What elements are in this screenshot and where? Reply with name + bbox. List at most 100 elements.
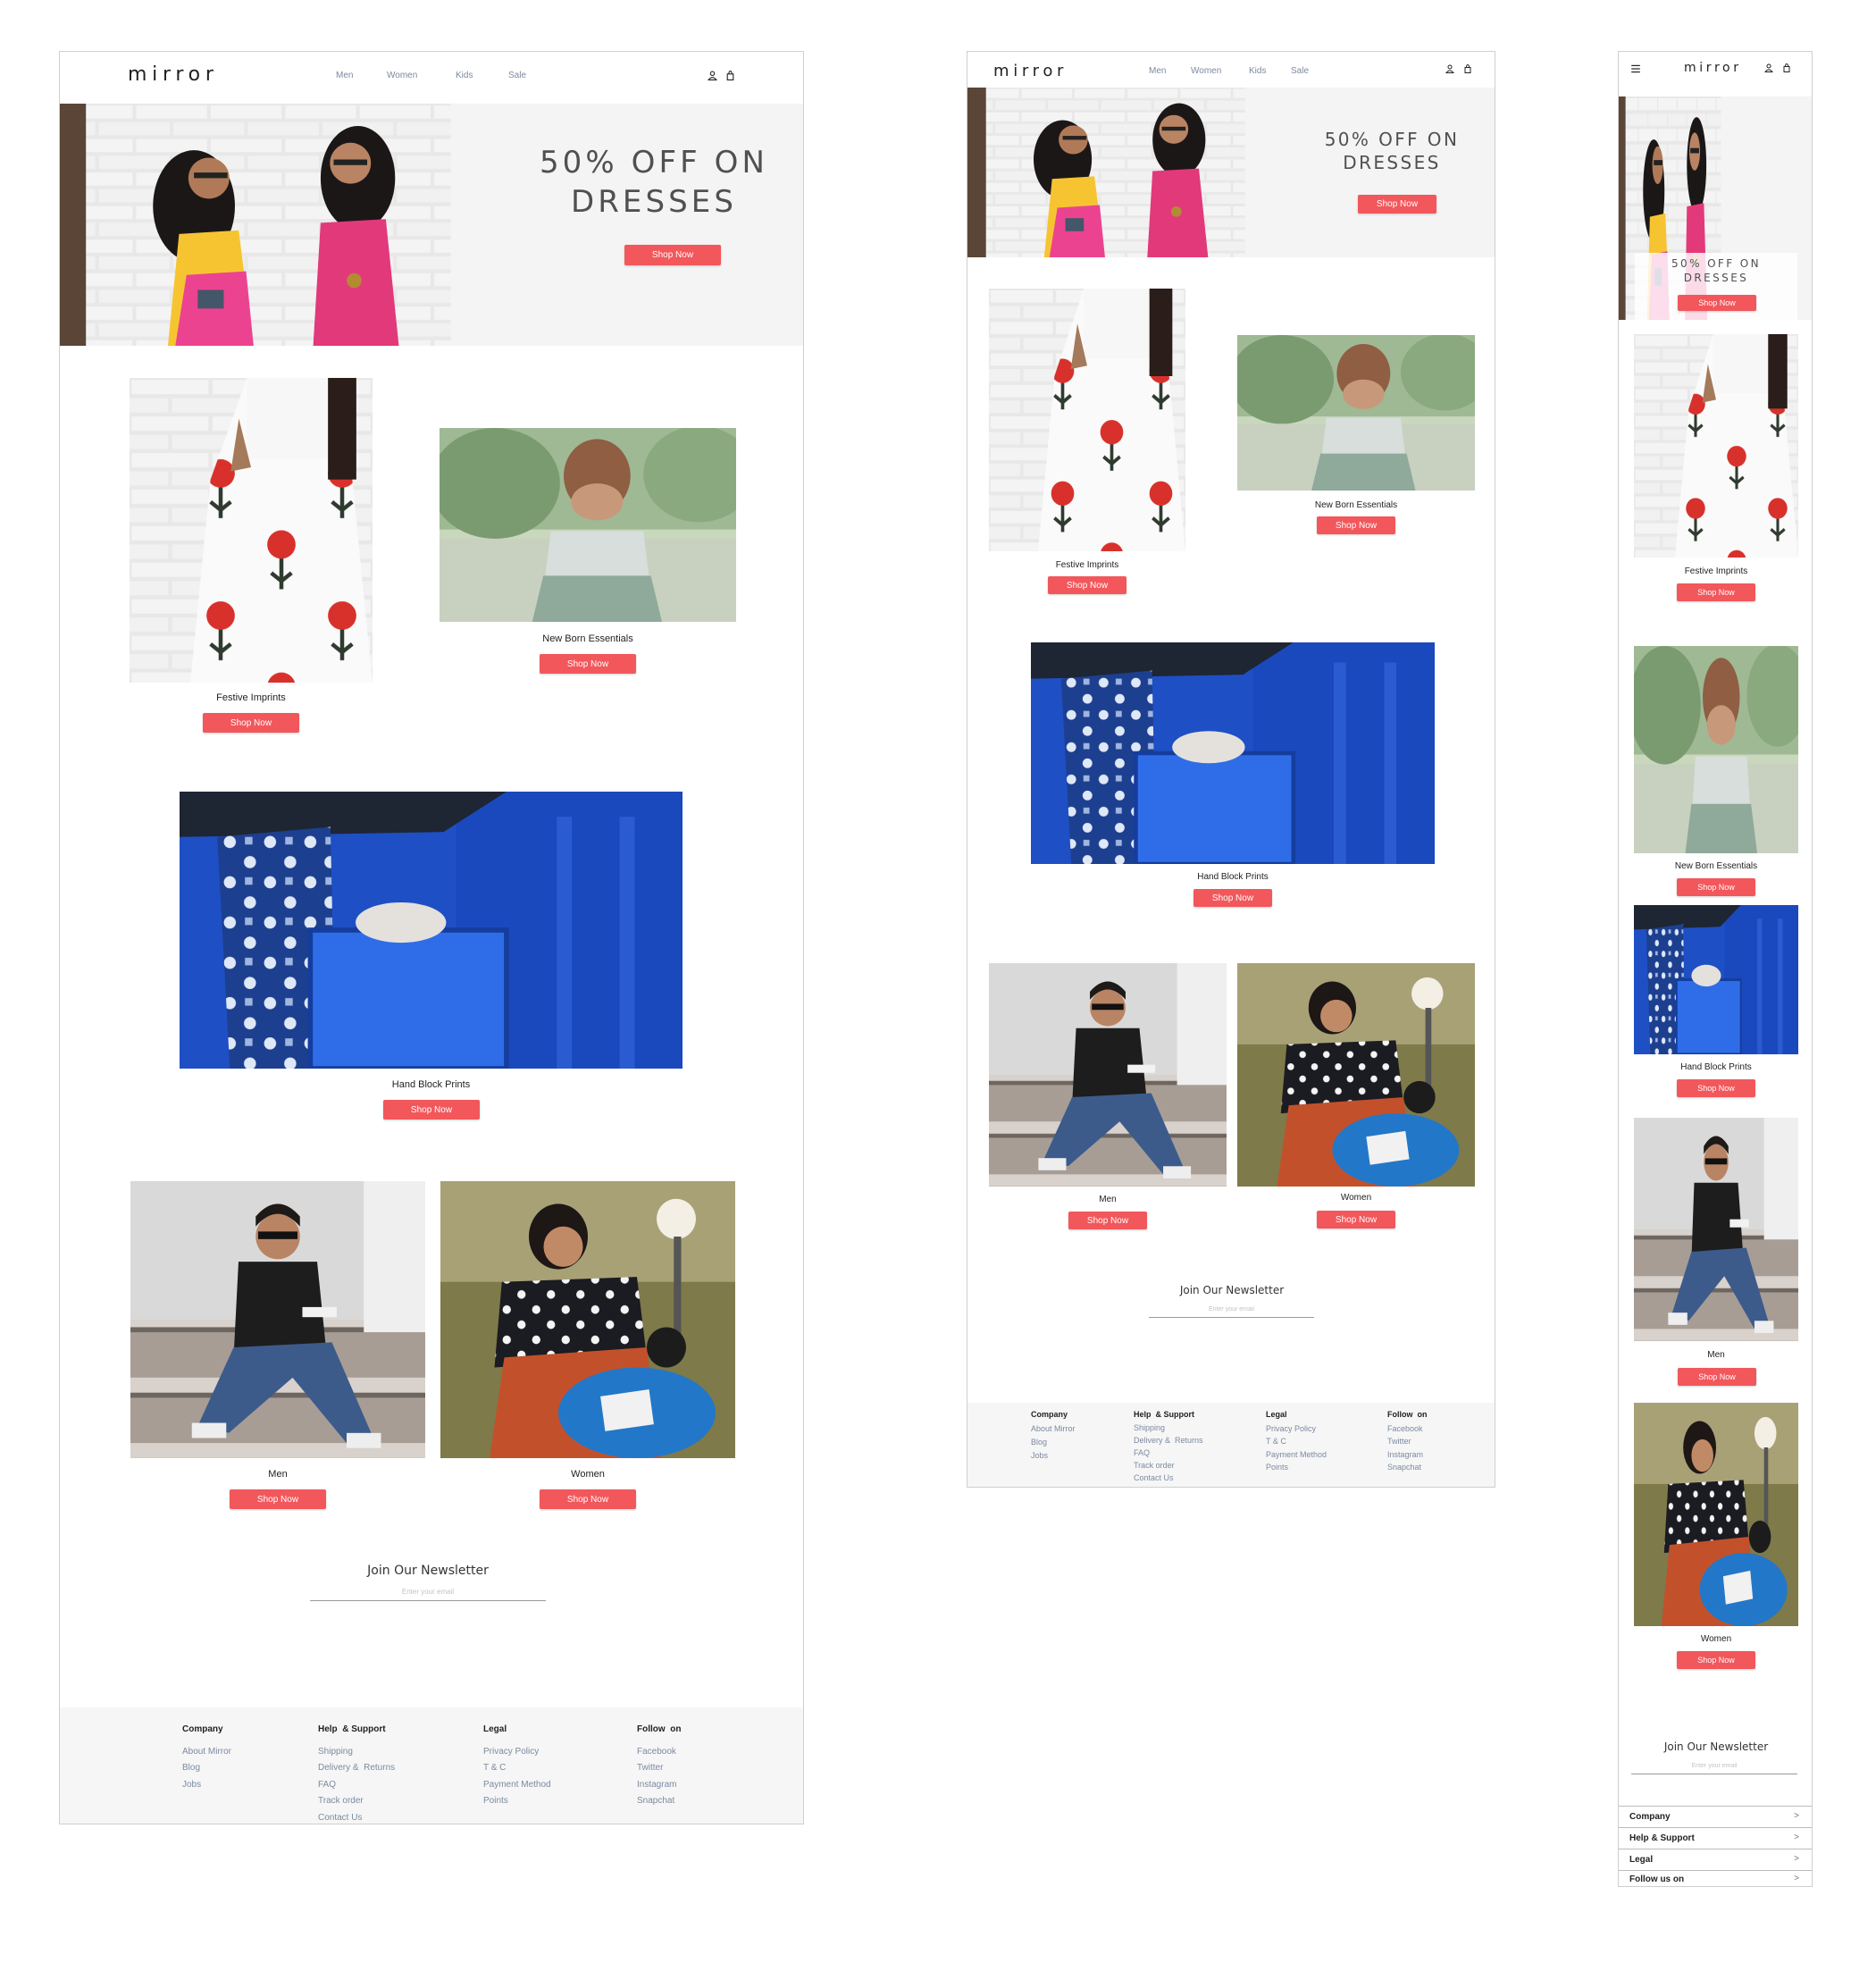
product-shop-now-button[interactable]: Shop Now bbox=[1068, 1212, 1147, 1229]
footer-link[interactable]: Contact Us bbox=[1134, 1472, 1203, 1484]
product-shop-now-button[interactable]: Shop Now bbox=[1317, 1211, 1395, 1229]
footer-link[interactable]: Contact Us bbox=[318, 1810, 395, 1824]
footer-link[interactable]: Snapchat bbox=[637, 1793, 681, 1810]
bag-icon[interactable] bbox=[725, 71, 735, 80]
product-shop-now-button[interactable]: Shop Now bbox=[1048, 576, 1126, 594]
product-shop-now-button[interactable]: Shop Now bbox=[1677, 583, 1755, 601]
footer-col-legal: Legal Privacy Policy T & C Payment Metho… bbox=[1266, 1408, 1327, 1474]
newsletter-email-input[interactable] bbox=[310, 1583, 546, 1601]
footer-link[interactable]: T & C bbox=[1266, 1435, 1327, 1448]
footer-link[interactable]: Points bbox=[1266, 1461, 1327, 1474]
footer-link[interactable]: Facebook bbox=[1387, 1422, 1428, 1436]
product-image-festive[interactable] bbox=[1634, 334, 1798, 558]
footer-link[interactable]: Privacy Policy bbox=[483, 1744, 551, 1761]
footer-link[interactable]: FAQ bbox=[318, 1777, 395, 1794]
newsletter-email-input[interactable] bbox=[1631, 1758, 1797, 1774]
footer-link[interactable]: Blog bbox=[182, 1760, 231, 1777]
footer-link[interactable]: Snapchat bbox=[1387, 1461, 1428, 1474]
product-image-men[interactable] bbox=[989, 963, 1227, 1187]
product-image-women[interactable] bbox=[440, 1181, 735, 1458]
footer-link[interactable]: Jobs bbox=[182, 1777, 231, 1794]
hero-shop-now-button[interactable]: Shop Now bbox=[1678, 295, 1756, 311]
user-icon[interactable] bbox=[1764, 63, 1773, 72]
nav-women[interactable]: Women bbox=[1191, 66, 1221, 76]
product-image-festive[interactable] bbox=[130, 378, 373, 683]
nav-sale[interactable]: Sale bbox=[1291, 66, 1309, 76]
footer-link[interactable]: Twitter bbox=[1387, 1435, 1428, 1448]
product-image-newborn[interactable] bbox=[440, 428, 736, 622]
product-image-women[interactable] bbox=[1237, 963, 1475, 1187]
accordion-follow[interactable]: Follow us on > bbox=[1619, 1870, 1812, 1886]
footer-link[interactable]: Delivery & Returns bbox=[1134, 1434, 1203, 1447]
product-shop-now-button[interactable]: Shop Now bbox=[230, 1489, 326, 1509]
product-image-newborn[interactable] bbox=[1634, 646, 1798, 853]
footer-link[interactable]: Blog bbox=[1031, 1436, 1076, 1449]
user-icon[interactable] bbox=[1445, 64, 1454, 73]
footer-link[interactable]: Instagram bbox=[637, 1777, 681, 1794]
product-image-men[interactable] bbox=[1634, 1118, 1798, 1341]
product-shop-now-button[interactable]: Shop Now bbox=[383, 1100, 480, 1120]
product-image-men[interactable] bbox=[130, 1181, 425, 1458]
footer-link[interactable]: Facebook bbox=[637, 1744, 681, 1761]
logo[interactable]: mirror bbox=[993, 62, 1068, 80]
logo[interactable]: mirror bbox=[128, 63, 219, 86]
product-image-newborn[interactable] bbox=[1237, 335, 1475, 491]
footer-heading: Company bbox=[182, 1724, 223, 1734]
hero-banner: 50% OFF ON DRESSES Shop Now bbox=[967, 88, 1495, 257]
hero-shop-now-button[interactable]: Shop Now bbox=[624, 245, 721, 265]
footer-col-help: Help & Support Shipping Delivery & Retur… bbox=[1134, 1408, 1203, 1484]
product-image-handblock[interactable] bbox=[1634, 905, 1798, 1054]
footer-link[interactable]: Shipping bbox=[318, 1744, 395, 1761]
footer-heading: Legal bbox=[483, 1724, 507, 1734]
product-caption: Men bbox=[1707, 1350, 1725, 1360]
product-image-women[interactable] bbox=[1634, 1403, 1798, 1626]
hero-banner: 50% OFF ON DRESSES Shop Now bbox=[1619, 96, 1812, 320]
product-image-handblock[interactable] bbox=[180, 792, 683, 1069]
footer-link[interactable]: Points bbox=[483, 1793, 551, 1810]
product-shop-now-button[interactable]: Shop Now bbox=[1193, 889, 1272, 907]
footer-link[interactable]: Instagram bbox=[1387, 1448, 1428, 1462]
product-image-festive[interactable] bbox=[989, 289, 1185, 551]
footer-link[interactable]: Jobs bbox=[1031, 1449, 1076, 1463]
hero-shop-now-button[interactable]: Shop Now bbox=[1358, 195, 1436, 214]
accordion-help[interactable]: Help & Support > bbox=[1619, 1827, 1812, 1849]
footer-link[interactable]: Track order bbox=[1134, 1459, 1203, 1472]
user-icon[interactable] bbox=[708, 71, 717, 80]
product-shop-now-button[interactable]: Shop Now bbox=[1677, 878, 1755, 896]
footer-link[interactable]: Twitter bbox=[637, 1760, 681, 1777]
product-shop-now-button[interactable]: Shop Now bbox=[1677, 1651, 1755, 1669]
footer-link[interactable]: Privacy Policy bbox=[1266, 1422, 1327, 1436]
tablet-frame: mirror Men Women Kids Sale 50% OFF ON DR… bbox=[967, 51, 1495, 1488]
hamburger-icon[interactable] bbox=[1630, 63, 1641, 74]
accordion-company[interactable]: Company > bbox=[1619, 1806, 1812, 1827]
product-image-handblock[interactable] bbox=[1031, 642, 1435, 864]
footer-link[interactable]: Payment Method bbox=[1266, 1448, 1327, 1462]
footer-link[interactable]: About Mirror bbox=[182, 1744, 231, 1761]
product-shop-now-button[interactable]: Shop Now bbox=[540, 1489, 636, 1509]
footer-link[interactable]: FAQ bbox=[1134, 1447, 1203, 1459]
newsletter-email-input[interactable] bbox=[1149, 1302, 1314, 1318]
footer-link[interactable]: About Mirror bbox=[1031, 1422, 1076, 1436]
nav-men[interactable]: Men bbox=[1149, 66, 1166, 76]
nav-kids[interactable]: Kids bbox=[1249, 66, 1266, 76]
nav-women[interactable]: Women bbox=[387, 71, 417, 80]
product-shop-now-button[interactable]: Shop Now bbox=[540, 654, 636, 674]
accordion-legal[interactable]: Legal > bbox=[1619, 1849, 1812, 1870]
footer-link[interactable]: Delivery & Returns bbox=[318, 1760, 395, 1777]
logo[interactable]: mirror bbox=[1684, 61, 1742, 75]
bag-icon[interactable] bbox=[1782, 63, 1791, 72]
product-shop-now-button[interactable]: Shop Now bbox=[1677, 1079, 1755, 1097]
product-shop-now-button[interactable]: Shop Now bbox=[1678, 1368, 1756, 1386]
nav-sale[interactable]: Sale bbox=[508, 71, 526, 80]
footer: Company About Mirror Blog Jobs Help & Su… bbox=[60, 1707, 803, 1824]
footer-link[interactable]: Track order bbox=[318, 1793, 395, 1810]
bag-icon[interactable] bbox=[1463, 64, 1472, 73]
nav-men[interactable]: Men bbox=[336, 71, 353, 80]
footer-link[interactable]: T & C bbox=[483, 1760, 551, 1777]
product-shop-now-button[interactable]: Shop Now bbox=[203, 713, 299, 733]
footer-heading: Follow on bbox=[1387, 1410, 1428, 1419]
footer-link[interactable]: Payment Method bbox=[483, 1777, 551, 1794]
product-shop-now-button[interactable]: Shop Now bbox=[1317, 516, 1395, 534]
footer-link[interactable]: Shipping bbox=[1134, 1422, 1203, 1434]
nav-kids[interactable]: Kids bbox=[456, 71, 473, 80]
